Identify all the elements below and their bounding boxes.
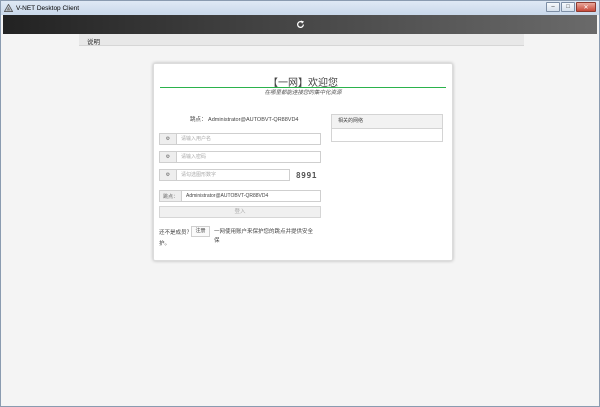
- refresh-button[interactable]: [295, 20, 305, 30]
- policy-text-continued: 护。: [159, 241, 171, 247]
- top-toolbar: [3, 15, 597, 34]
- card-subtitle: 在哪里都能连接您的集中化资源: [264, 90, 342, 96]
- password-field[interactable]: ⚙ 请输入密码: [159, 151, 321, 163]
- window-controls: – □ ✕: [545, 2, 596, 12]
- policy-text: 一网使用账户来保护您的跳点并提供安全保: [214, 229, 314, 244]
- login-button[interactable]: 登入: [159, 206, 321, 218]
- node-label: 跳点： Administrator@AUTOBVT-QR88VD4: [190, 117, 299, 123]
- login-card: 【一网】欢迎您 在哪里都能连接您的集中化资源 跳点： Administrator…: [153, 63, 453, 261]
- related-networks-title: 相关的网络: [332, 115, 442, 129]
- password-input[interactable]: 请输入密码: [177, 152, 320, 162]
- node-input[interactable]: Administrator@AUTOBVT-QR88VD4: [182, 191, 320, 201]
- app-window: V-NET Desktop Client – □ ✕ 说明 【一网】欢迎您 在哪…: [0, 0, 600, 407]
- not-member-text: 还不是成员？: [159, 230, 193, 236]
- minimize-button[interactable]: –: [546, 2, 560, 12]
- username-input[interactable]: 请输入用户名: [177, 134, 320, 144]
- nav-strip: 说明: [79, 34, 524, 46]
- captcha-input[interactable]: 请勾选图形数字: [177, 170, 289, 180]
- title-bar: V-NET Desktop Client – □ ✕: [1, 1, 599, 15]
- lock-icon: ⚙: [160, 152, 177, 162]
- maximize-button[interactable]: □: [561, 2, 575, 12]
- node-addon: 跳点：: [160, 191, 182, 201]
- refresh-icon: [296, 20, 304, 28]
- captcha-icon: ⚙: [160, 170, 177, 180]
- user-icon: ⚙: [160, 134, 177, 144]
- app-logo-icon: [4, 4, 13, 12]
- related-networks-panel: 相关的网络: [331, 114, 443, 142]
- captcha-field[interactable]: ⚙ 请勾选图形数字: [159, 169, 290, 181]
- username-field[interactable]: ⚙ 请输入用户名: [159, 133, 321, 145]
- window-title: V-NET Desktop Client: [16, 4, 80, 12]
- close-button[interactable]: ✕: [576, 2, 596, 12]
- help-link[interactable]: 说明: [87, 36, 100, 46]
- node-field[interactable]: 跳点： Administrator@AUTOBVT-QR88VD4: [159, 190, 321, 202]
- captcha-image[interactable]: 8991: [292, 169, 321, 181]
- register-button[interactable]: 注册: [191, 226, 210, 237]
